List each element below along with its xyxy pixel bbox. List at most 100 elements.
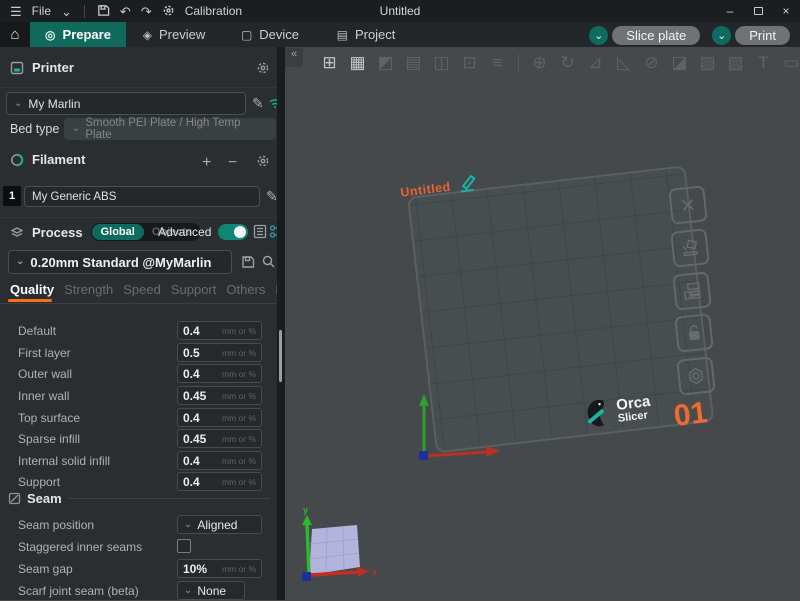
seam-position-select[interactable]: ⌄ Aligned: [177, 515, 262, 534]
arrange-icon[interactable]: ▤: [403, 53, 424, 74]
cut-icon[interactable]: ⊘: [641, 53, 662, 74]
auto-orient-plate-button[interactable]: [670, 228, 710, 268]
minimize-button[interactable]: –: [716, 0, 744, 22]
seam-row: Seam position ⌄ Aligned: [0, 515, 277, 535]
printer-settings-gear-icon[interactable]: [256, 61, 270, 75]
rotate-icon[interactable]: ↻: [557, 53, 578, 74]
edit-plate-name-icon[interactable]: [455, 173, 479, 193]
auto-orient-icon[interactable]: ◩: [375, 53, 396, 74]
seam-gap-input[interactable]: 10% mm or %: [177, 559, 262, 578]
printer-preset-select[interactable]: ⌄ My Marlin: [6, 92, 246, 115]
move-icon[interactable]: ⊕: [529, 53, 550, 74]
support-painting-icon[interactable]: ▨: [697, 53, 718, 74]
save-preset-icon[interactable]: [241, 255, 255, 274]
add-plate-icon[interactable]: ▦: [347, 53, 368, 74]
setting-input[interactable]: 0.4 mm or %: [177, 472, 262, 491]
setting-input[interactable]: 0.45 mm or %: [177, 429, 262, 448]
setting-input[interactable]: 0.45 mm or %: [177, 386, 262, 405]
delete-plate-button[interactable]: [668, 185, 708, 225]
add-filament-icon[interactable]: +: [202, 155, 211, 171]
search-preset-icon[interactable]: [261, 254, 276, 274]
undo-icon[interactable]: ↶: [120, 5, 131, 18]
lock-plate-button[interactable]: [674, 313, 714, 353]
edit-printer-icon[interactable]: ✎: [252, 96, 264, 110]
setting-input[interactable]: 0.5 mm or %: [177, 343, 262, 362]
svg-text:y: y: [303, 505, 308, 515]
close-button[interactable]: ×: [772, 0, 800, 22]
tab-prepare[interactable]: ◎ Prepare: [30, 22, 126, 47]
filament-preset-select[interactable]: My Generic ABS: [24, 186, 260, 207]
param-tab-support[interactable]: Support: [171, 282, 217, 297]
setting-input[interactable]: 0.4 mm or %: [177, 408, 262, 427]
staggered-inner-seams-checkbox[interactable]: [177, 539, 191, 553]
text-tool-icon[interactable]: T: [753, 53, 774, 74]
param-tab-strength[interactable]: Strength: [64, 282, 113, 297]
divider: [0, 87, 277, 88]
save-icon[interactable]: [97, 4, 110, 19]
setting-label: Seam position: [18, 518, 94, 532]
param-table-icon[interactable]: [253, 224, 267, 244]
filament-settings-gear-icon[interactable]: [256, 154, 270, 168]
param-tab-speed[interactable]: Speed: [123, 282, 161, 297]
measure-icon[interactable]: ▭: [781, 53, 800, 74]
edit-filament-icon[interactable]: ✎: [266, 189, 278, 203]
slice-plate-button[interactable]: Slice plate: [612, 26, 700, 45]
menu-icon[interactable]: ☰: [10, 5, 22, 18]
mesh-boolean-icon[interactable]: ◪: [669, 53, 690, 74]
plate-thumbnail[interactable]: y x: [293, 487, 388, 599]
redo-icon[interactable]: ↷: [141, 5, 152, 18]
variable-layer-height-icon[interactable]: ≡: [487, 53, 508, 74]
arrange-plate-button[interactable]: [672, 271, 712, 311]
sidebar-scrollbar[interactable]: [279, 330, 282, 382]
tab-preview[interactable]: ◈ Preview: [126, 22, 222, 47]
setting-label: Seam gap: [18, 562, 73, 576]
bed-type-select[interactable]: ⌄ Smooth PEI Plate / High Temp Plate: [64, 118, 276, 140]
setting-label: Top surface: [18, 411, 80, 425]
maximize-icon: [754, 7, 763, 15]
collapse-sidebar-button[interactable]: «: [285, 48, 303, 67]
maximize-button[interactable]: [744, 0, 772, 22]
slice-dropdown-button[interactable]: ⌄: [589, 26, 608, 45]
header-rule: [68, 498, 270, 499]
lay-on-face-icon[interactable]: ◺: [613, 53, 634, 74]
setting-label: Inner wall: [18, 389, 69, 403]
scarf-joint-seam-select[interactable]: ⌄ None: [177, 581, 245, 600]
plate-settings-button[interactable]: [676, 356, 716, 396]
home-button[interactable]: ⌂: [0, 22, 30, 47]
advanced-toggle[interactable]: [218, 224, 248, 240]
setting-value: 0.4: [183, 454, 200, 468]
orca-logo-text: Orca Slicer: [615, 393, 652, 424]
scope-global[interactable]: Global: [92, 224, 144, 240]
title-bar: ☰ File ⌄ ↶ ↷ Calibration Untitled – ×: [0, 0, 800, 22]
tab-project[interactable]: ▤ Project: [318, 22, 414, 47]
scale-icon[interactable]: ⊿: [585, 53, 606, 74]
setting-input[interactable]: 0.4 mm or %: [177, 364, 262, 383]
file-chevron-down-icon[interactable]: ⌄: [61, 5, 72, 18]
tab-device[interactable]: ▢ Device: [222, 22, 318, 47]
print-dropdown-button[interactable]: ⌄: [712, 26, 731, 45]
filament-slot-number[interactable]: 1: [3, 186, 21, 206]
toolbar-divider: [518, 54, 519, 72]
process-preset-select[interactable]: ⌄ 0.20mm Standard @MyMarlin: [8, 250, 232, 274]
file-menu[interactable]: File: [32, 4, 51, 18]
calibration-icon[interactable]: [162, 4, 175, 19]
setting-input[interactable]: 0.4 mm or %: [177, 451, 262, 470]
calibration-menu[interactable]: Calibration: [185, 4, 242, 18]
remove-filament-icon[interactable]: −: [228, 155, 237, 171]
3d-viewport[interactable]: « ⊞ ▦ ◩ ▤ ◫ ⊡ ≡ ⊕ ↻ ⊿ ◺ ⊘ ◪ ▨ ▧ T ▭ ◨ Un…: [285, 47, 800, 600]
split-to-objects-icon[interactable]: ◫: [431, 53, 452, 74]
param-tab-quality[interactable]: Quality: [10, 282, 54, 297]
chevron-down-icon: ⌄: [184, 586, 192, 596]
plate-settings-icon: [684, 364, 708, 388]
seam-painting-icon[interactable]: ▧: [725, 53, 746, 74]
param-tab-others[interactable]: Others: [226, 282, 265, 297]
split-to-parts-icon[interactable]: ⊡: [459, 53, 480, 74]
setting-value: 0.45: [183, 432, 206, 446]
print-button[interactable]: Print: [735, 26, 790, 45]
setting-input[interactable]: 0.4 mm or %: [177, 321, 262, 340]
setting-label: Support: [18, 475, 60, 489]
add-model-icon[interactable]: ⊞: [319, 53, 340, 74]
collapse-icon: «: [291, 48, 297, 60]
seam-row: Scarf joint seam (beta) ⌄ None: [0, 581, 277, 601]
print-split-button: ⌄ Print: [712, 26, 790, 45]
